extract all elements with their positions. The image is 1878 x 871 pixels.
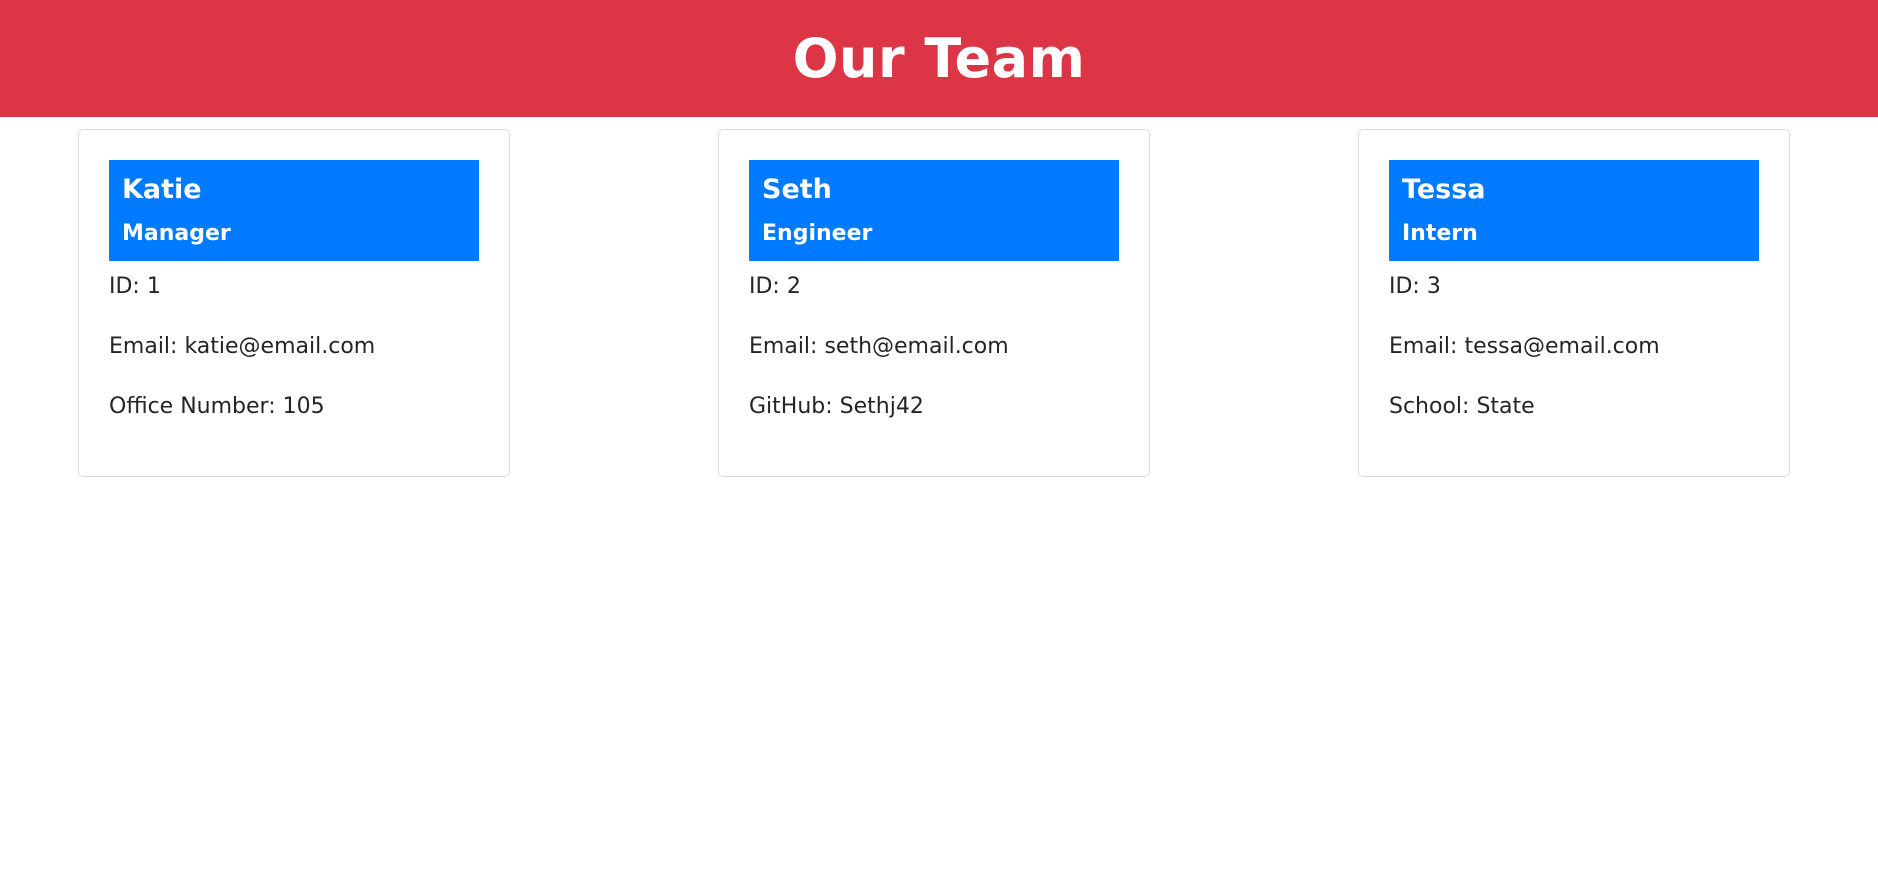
employee-office-number: Office Number: 105 (109, 394, 325, 420)
employee-name: Katie (122, 174, 202, 205)
email-value: katie@email.com (184, 334, 376, 359)
card-header: Tessa Intern (1389, 160, 1759, 261)
employee-name: Seth (762, 174, 832, 205)
employee-id: ID: 3 (1389, 274, 1441, 300)
email-label: Email: (109, 334, 178, 359)
employee-card-intern: Tessa Intern ID: 3 Email: tessa@email.co… (1358, 129, 1790, 477)
id-label: ID: (109, 274, 140, 299)
employee-id: ID: 1 (109, 274, 161, 300)
page-title: Our Team (792, 27, 1086, 90)
employee-email: Email: seth@email.com (749, 334, 1009, 360)
employee-role: Manager (122, 221, 231, 246)
employee-school: School: State (1389, 394, 1535, 420)
card-header: Katie Manager (109, 160, 479, 261)
email-value: seth@email.com (824, 334, 1009, 359)
employee-name: Tessa (1402, 174, 1486, 205)
employee-role: Intern (1402, 221, 1478, 246)
id-value: 1 (146, 274, 161, 299)
extra-label: Office Number: (109, 394, 276, 419)
page-header: Our Team (0, 0, 1878, 117)
id-label: ID: (1389, 274, 1420, 299)
email-label: Email: (749, 334, 818, 359)
employee-email: Email: katie@email.com (109, 334, 375, 360)
extra-value: 105 (282, 394, 325, 419)
card-header: Seth Engineer (749, 160, 1119, 261)
extra-value: Sethj42 (839, 394, 924, 419)
employee-github: GitHub: Sethj42 (749, 394, 924, 420)
email-value: tessa@email.com (1464, 334, 1660, 359)
employee-email: Email: tessa@email.com (1389, 334, 1660, 360)
employee-card-engineer: Seth Engineer ID: 2 Email: seth@email.co… (718, 129, 1150, 477)
employee-card-manager: Katie Manager ID: 1 Email: katie@email.c… (78, 129, 510, 477)
id-label: ID: (749, 274, 780, 299)
email-label: Email: (1389, 334, 1458, 359)
extra-value: State (1476, 394, 1535, 419)
extra-label: School: (1389, 394, 1470, 419)
id-value: 3 (1426, 274, 1441, 299)
employee-role: Engineer (762, 221, 873, 246)
extra-label: GitHub: (749, 394, 833, 419)
id-value: 2 (786, 274, 801, 299)
employee-id: ID: 2 (749, 274, 801, 300)
